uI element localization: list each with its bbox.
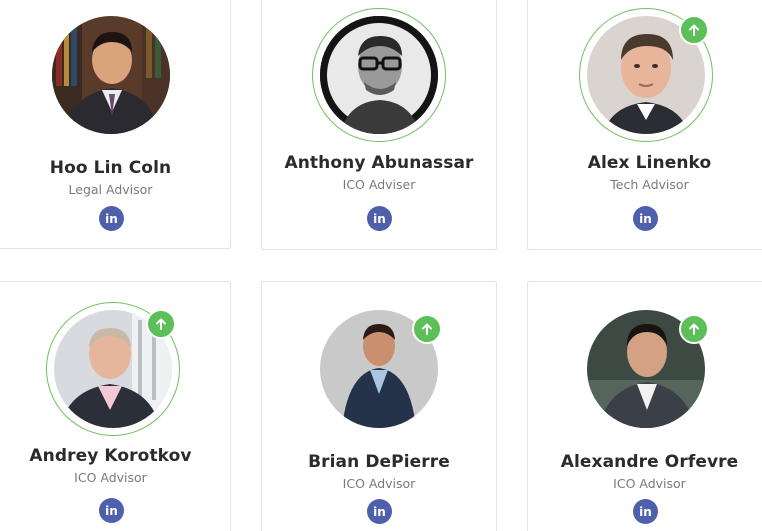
advisors-grid: Hoo Lin Coln Legal Advisor in Anthony Ab… xyxy=(0,0,762,531)
advisor-card: Andrey Korotkov ICO Advisor in xyxy=(0,281,231,531)
advisor-name: Alex Linenko xyxy=(587,153,712,173)
advisor-role: ICO Advisor xyxy=(74,470,147,485)
advisor-name: Hoo Lin Coln xyxy=(49,158,172,178)
linkedin-icon[interactable]: in xyxy=(633,499,658,524)
linkedin-icon[interactable]: in xyxy=(367,206,392,231)
advisor-role: ICO Advisor xyxy=(613,476,686,491)
arrow-up-icon xyxy=(412,314,442,344)
advisor-name: Alexandre Orfevre xyxy=(560,452,739,472)
linkedin-icon[interactable]: in xyxy=(367,499,392,524)
advisor-card: Hoo Lin Coln Legal Advisor in xyxy=(0,0,231,249)
advisor-card: Alex Linenko Tech Advisor in xyxy=(527,0,762,250)
advisor-name: Anthony Abunassar xyxy=(284,153,474,173)
advisor-role: ICO Advisor xyxy=(342,476,416,491)
advisor-photo xyxy=(52,16,170,134)
advisor-role: Tech Advisor xyxy=(610,177,689,192)
advisor-role: Legal Advisor xyxy=(68,182,153,197)
arrow-up-icon xyxy=(679,15,709,45)
arrow-up-icon xyxy=(146,309,176,339)
advisor-card: Brian DePierre ICO Advisor in xyxy=(261,281,497,531)
advisor-name: Andrey Korotkov xyxy=(29,446,192,466)
linkedin-icon[interactable]: in xyxy=(99,206,124,231)
arrow-up-icon xyxy=(679,314,709,344)
advisor-card: Anthony Abunassar ICO Adviser in xyxy=(261,0,497,250)
advisor-photo xyxy=(320,16,438,134)
advisor-name: Brian DePierre xyxy=(308,452,450,472)
linkedin-icon[interactable]: in xyxy=(99,498,124,523)
advisor-card: Alexandre Orfevre ICO Advisor in xyxy=(527,281,762,531)
linkedin-icon[interactable]: in xyxy=(633,206,658,231)
advisor-role: ICO Adviser xyxy=(342,177,416,192)
